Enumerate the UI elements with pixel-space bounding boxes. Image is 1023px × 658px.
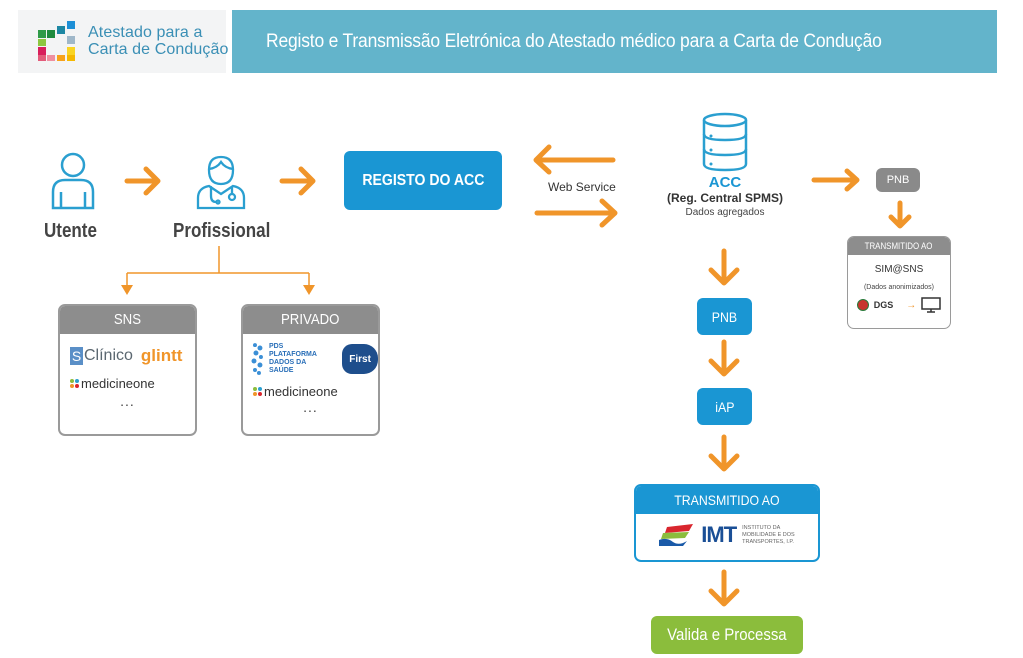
doctor-icon — [196, 155, 246, 210]
sclinico-s-icon: S — [70, 347, 83, 365]
medicineone-logo: medicineone — [264, 384, 338, 399]
glintt-logo: glintt — [140, 346, 183, 365]
logo-line-1: Atestado para a — [88, 24, 203, 41]
arrow-imt-to-valida — [708, 569, 740, 607]
sim-sns-card-header: TRANSMITIDO AO — [848, 237, 950, 255]
medicineone-logo: medicineone — [81, 376, 155, 391]
privado-card-header: PRIVADO — [243, 306, 378, 334]
actor-profissional-label: Profissional — [173, 220, 271, 242]
arrow-registo-to-acc — [534, 198, 618, 228]
app-logo-text: Atestado para a Carta de Condução — [88, 24, 228, 58]
sns-provider-card: SNS S Clínico glintt medicineone ... — [58, 304, 197, 436]
sns-card-header: SNS — [60, 306, 195, 334]
page-title: Registo e Transmissão Eletrónica do Ates… — [266, 30, 882, 52]
monitor-icon — [921, 297, 941, 313]
actor-utente-label: Utente — [44, 220, 97, 242]
sns-logo-row-1: S Clínico glintt — [70, 346, 195, 366]
side-pnb-label: PNB — [886, 174, 910, 186]
arrow-iap-to-imt — [708, 434, 740, 472]
imt-card-header: TRANSMITIDO AO — [636, 486, 818, 514]
sim-sns-card: TRANSMITIDO AO SIM@SNS (Dados anonimizad… — [847, 236, 951, 329]
iap-label: iAP — [714, 398, 735, 415]
medicineone-icon — [253, 387, 262, 396]
arrow-profissional-to-registo — [279, 166, 316, 196]
imt-wordmark: IMT — [701, 522, 737, 547]
imt-card: TRANSMITIDO AO IMT INSTITUTO DA MOBILIDA… — [634, 484, 820, 562]
arrow-acc-to-pnb — [708, 248, 740, 286]
database-icon — [702, 112, 748, 172]
iap-button[interactable]: iAP — [697, 388, 752, 425]
person-icon — [51, 152, 95, 210]
sns-more: ... — [120, 393, 135, 409]
acc-note: Dados agregados — [685, 207, 765, 218]
dgs-emblem-icon — [856, 299, 869, 311]
branch-connector — [126, 246, 310, 287]
medicineone-icon — [70, 379, 79, 388]
imt-logo: IMT INSTITUTO DA MOBILIDADE E DOS TRANSP… — [636, 522, 818, 548]
pds-emblem-icon — [251, 343, 263, 375]
logo-line-2: Carta de Condução — [88, 41, 229, 58]
sim-sns-title: SIM@SNS — [874, 264, 924, 275]
acc-info: ACC (Reg. Central SPMS) Dados agregados — [667, 174, 783, 218]
pnb-button[interactable]: PNB — [697, 298, 752, 335]
acc-title: ACC — [708, 174, 742, 191]
sim-sns-note: (Dados anonimizados) — [863, 284, 935, 291]
imt-emblem-icon — [659, 524, 694, 546]
privado-provider-card: PRIVADO PDS PLATAFORMA DADOS DA SAÚDE Fi… — [241, 304, 380, 436]
page-title-bar: Registo e Transmissão Eletrónica do Ates… — [232, 10, 997, 73]
first-logo: First — [342, 344, 378, 374]
sim-sns-logo-row: DGS → — [848, 297, 950, 313]
arrow-acc-to-registo — [533, 144, 616, 175]
sclinico-logo: Clínico — [84, 347, 133, 364]
side-pnb-box[interactable]: PNB — [876, 168, 920, 192]
valida-processa-label: Valida e Processa — [667, 625, 787, 644]
privado-logo-row-2: medicineone — [253, 384, 378, 399]
privado-logo-row-1: PDS PLATAFORMA DADOS DA SAÚDE First — [251, 342, 378, 376]
valida-processa-button[interactable]: Valida e Processa — [651, 616, 803, 654]
registo-acc-button[interactable]: REGISTO DO ACC — [344, 151, 502, 210]
logo-mosaic-icon — [38, 21, 75, 61]
branch-arrowhead-privado — [303, 285, 315, 295]
privado-more: ... — [303, 399, 318, 415]
dgs-logo: DGS — [873, 300, 894, 310]
registo-acc-label: REGISTO DO ACC — [361, 171, 485, 189]
web-service-label: Web Service — [548, 180, 616, 194]
sns-logo-row-2: medicineone — [70, 376, 195, 391]
pds-logo: PDS PLATAFORMA DADOS DA SAÚDE — [268, 343, 317, 374]
arrow-side-pnb-down — [888, 200, 912, 229]
arrow-pnb-to-iap — [708, 339, 740, 377]
arrow-utente-to-profissional — [124, 166, 161, 196]
acc-subtitle: (Reg. Central SPMS) — [666, 191, 783, 205]
small-arrow-icon: → — [906, 299, 917, 311]
arrow-acc-to-side-pnb — [811, 168, 860, 192]
pnb-label: PNB — [711, 308, 738, 325]
imt-fullname: INSTITUTO DA MOBILIDADE E DOS TRANSPORTE… — [742, 524, 795, 545]
branch-arrowhead-sns — [121, 285, 133, 295]
